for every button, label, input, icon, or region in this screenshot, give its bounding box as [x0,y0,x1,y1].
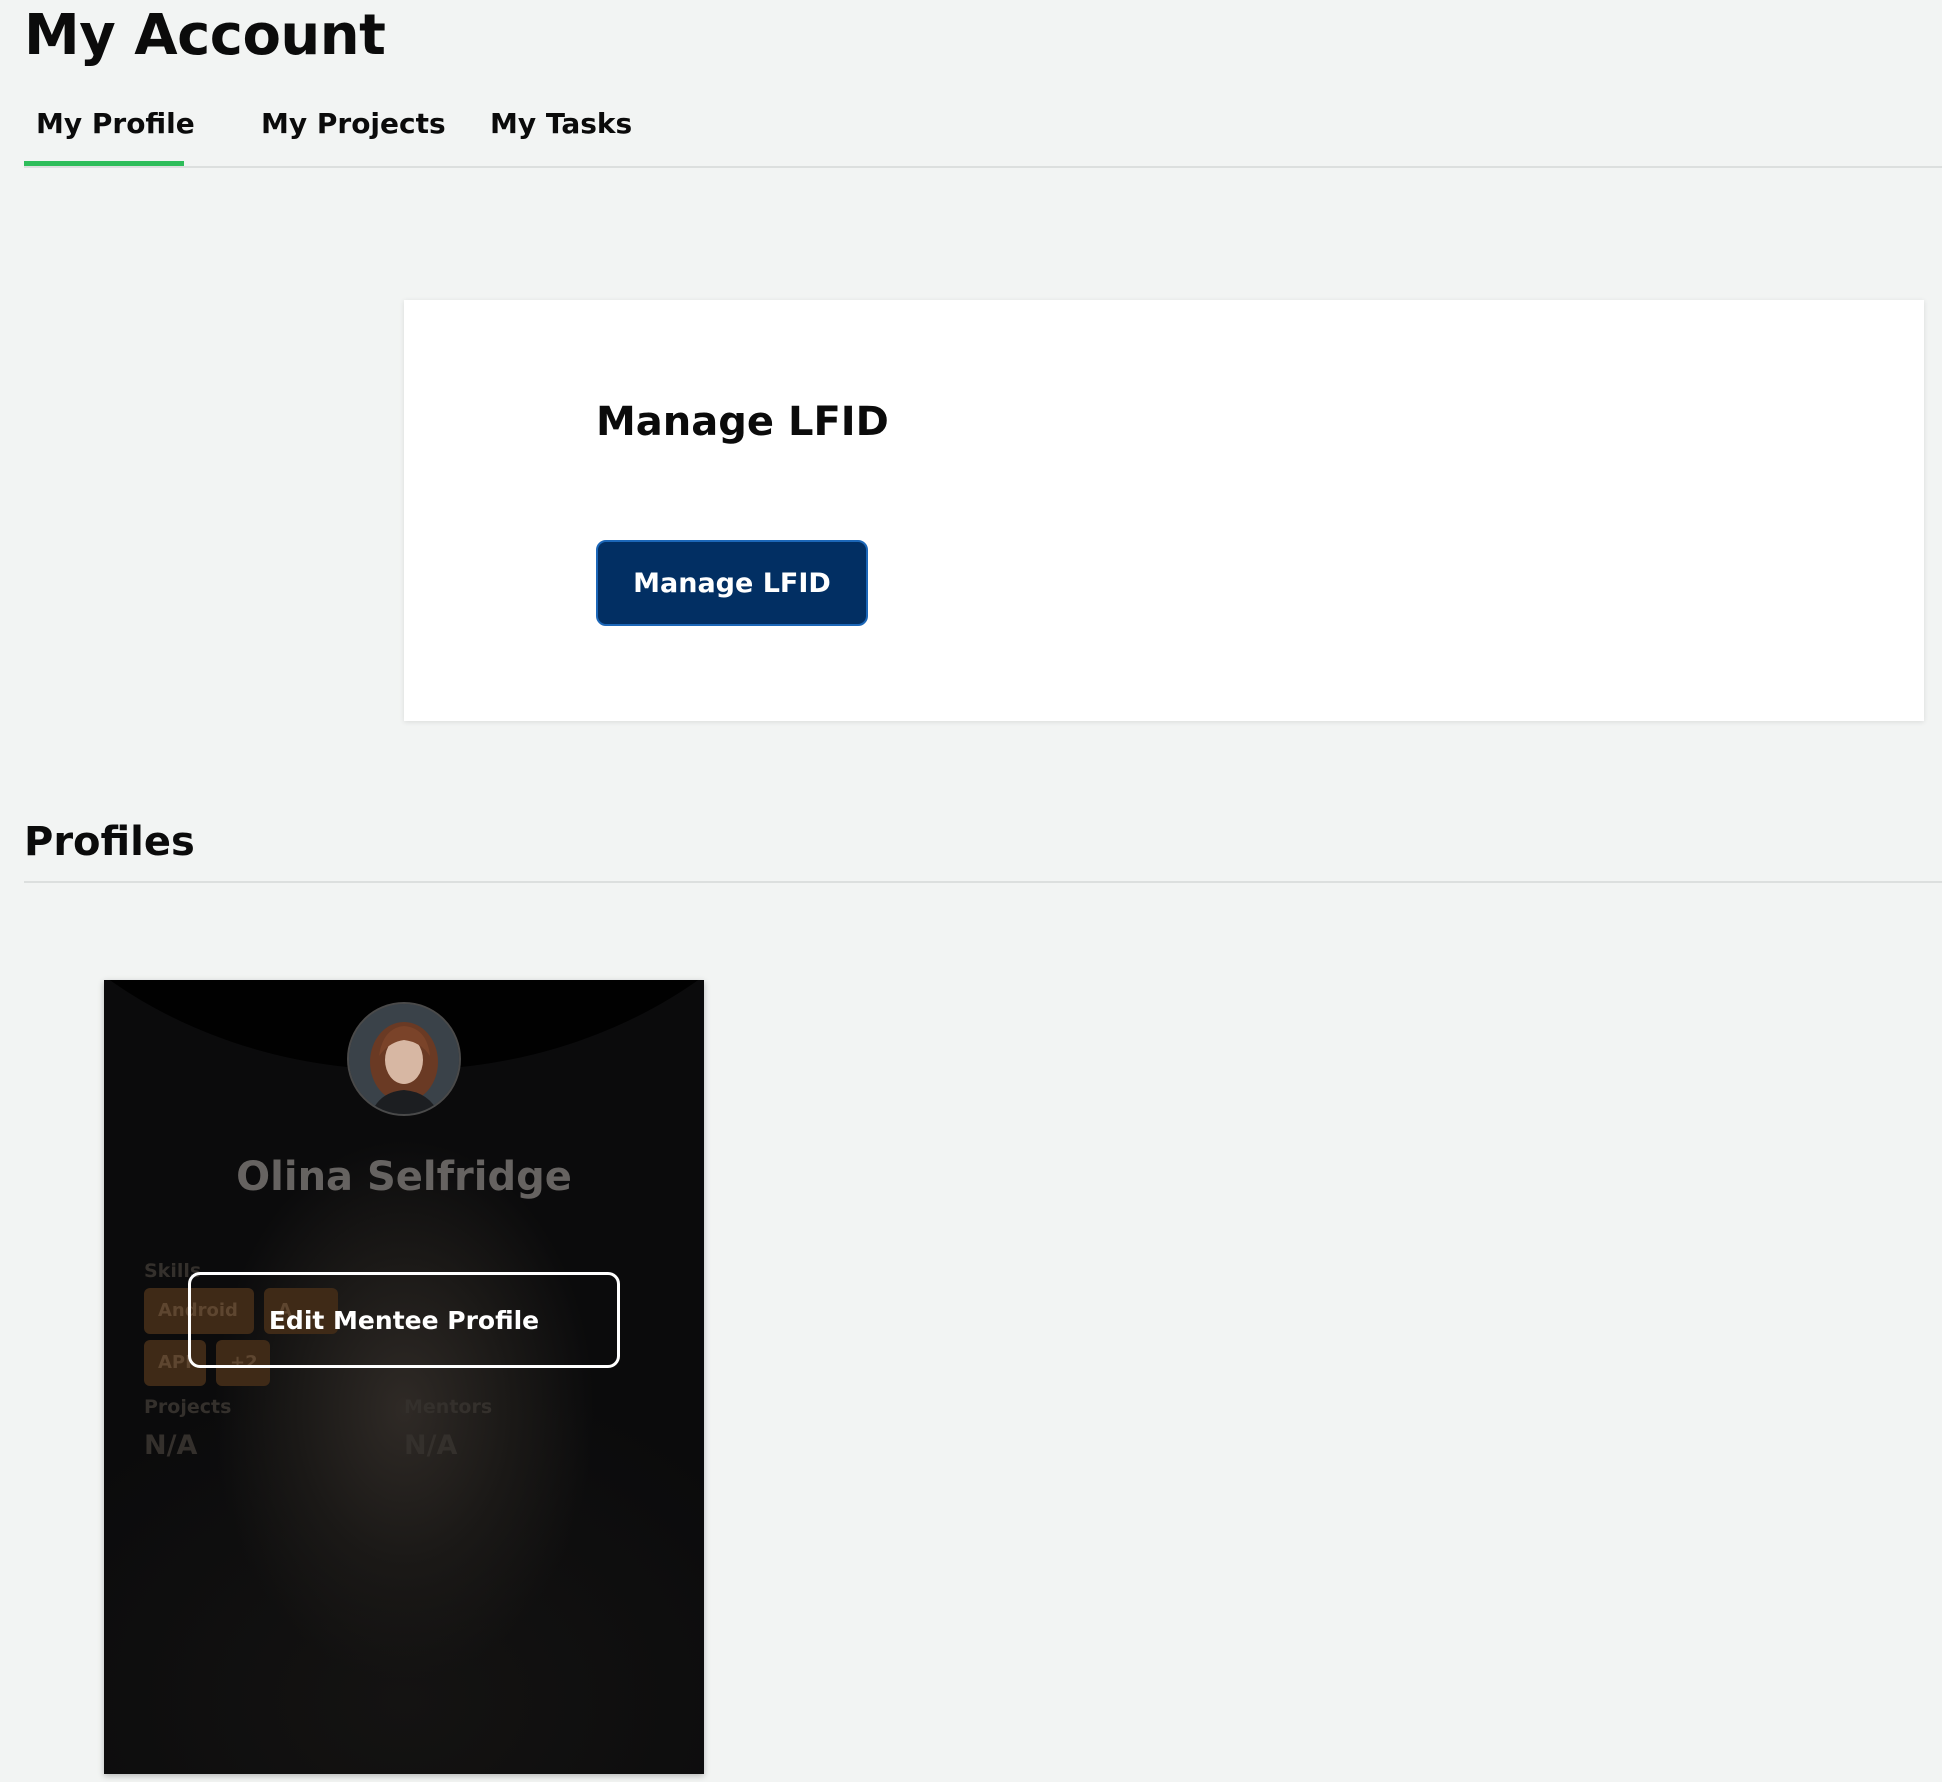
projects-label: Projects [144,1396,232,1418]
tab-my-profile[interactable]: My Profile [24,100,195,166]
avatar-photo [349,1004,459,1114]
tab-my-projects[interactable]: My Projects [249,100,446,166]
page-title: My Account [24,3,386,68]
projects-value: N/A [144,1430,198,1461]
manage-lfid-card: Manage LFID Manage LFID [404,300,1924,721]
mentee-profile-card[interactable]: Olina Selfridge Skills Android A API +2 … [104,980,704,1774]
mentors-label: Mentors [404,1396,493,1418]
manage-lfid-button[interactable]: Manage LFID [596,540,868,626]
tab-my-tasks[interactable]: My Tasks [478,100,668,166]
avatar [347,1002,461,1116]
profiles-section-title: Profiles [24,819,195,865]
account-tabs: My Profile My Projects My Tasks [24,100,1942,168]
profiles-divider [24,881,1942,883]
profile-name: Olina Selfridge [236,1154,572,1200]
mentors-value: N/A [404,1430,458,1461]
manage-lfid-title: Manage LFID [596,399,889,445]
edit-mentee-profile-button[interactable]: Edit Mentee Profile [188,1272,620,1368]
